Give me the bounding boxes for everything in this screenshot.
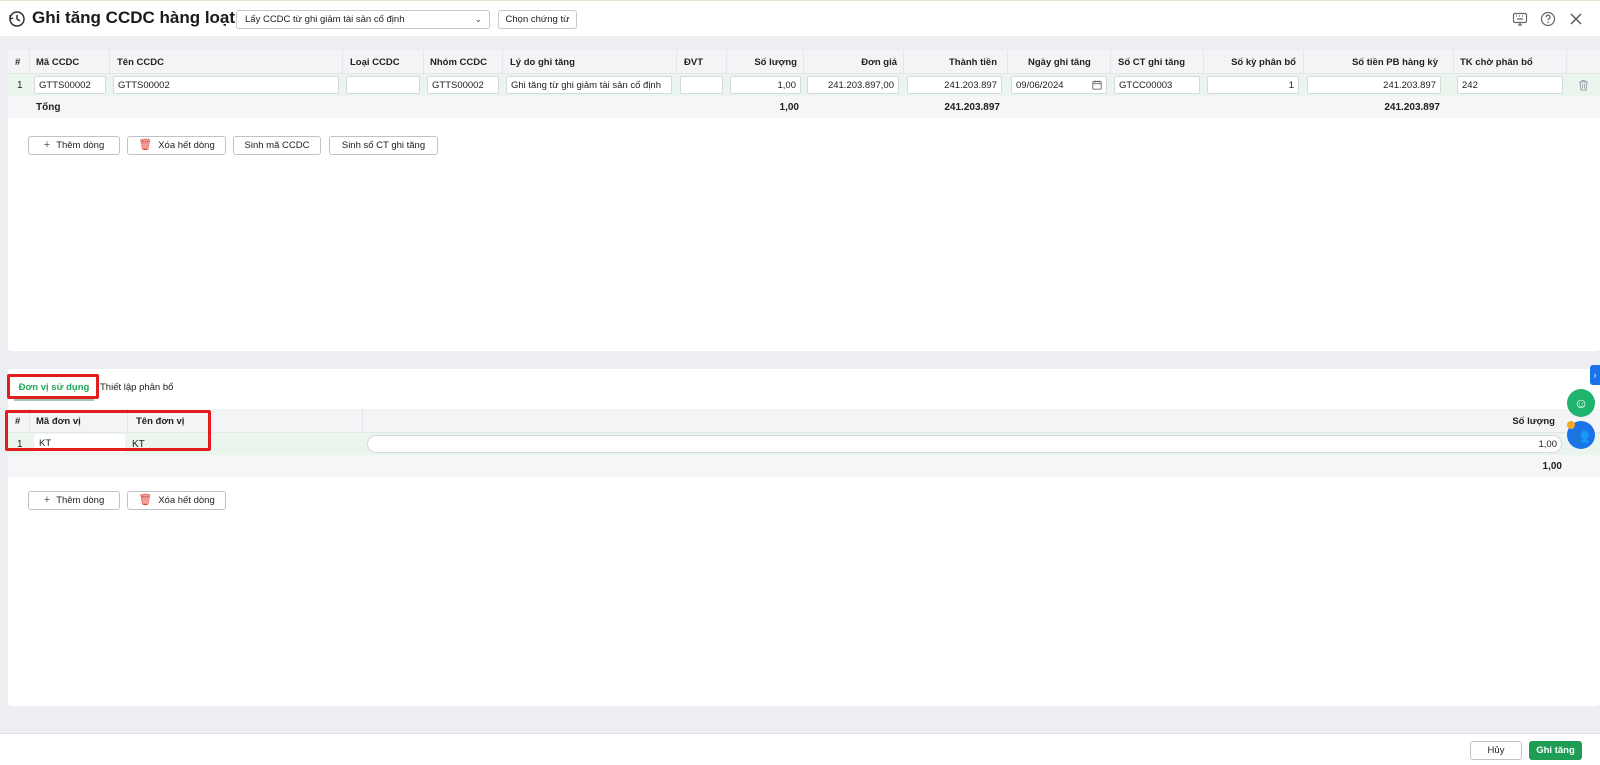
col-nhom-ccdc: Nhóm CCDC <box>430 57 487 68</box>
total-so-luong: 1,00 <box>1542 461 1562 472</box>
thanh-tien-input[interactable]: 241.203.897 <box>907 76 1002 94</box>
add-row-label: Thêm dòng <box>56 140 105 151</box>
col-ma-don-vi: Mã đơn vị <box>36 416 81 427</box>
ly-do-input[interactable]: Ghi tăng từ ghi giảm tài sản cố định <box>506 76 672 94</box>
col-ten-ccdc: Tên CCDC <box>117 57 164 68</box>
col-loai-ccdc: Loại CCDC <box>350 57 400 68</box>
main-grid-panel: # Mã CCDC Tên CCDC Loại CCDC Nhóm CCDC L… <box>8 50 1600 351</box>
ngay-ghi-tang-input[interactable]: 09/06/2024 <box>1011 76 1107 94</box>
delete-all-label: Xóa hết dòng <box>158 495 215 506</box>
dvt-input[interactable] <box>680 76 723 94</box>
so-luong-input[interactable]: 1,00 <box>367 435 1562 453</box>
trash-icon: 🗑 <box>138 139 153 151</box>
col-ly-do: Lý do ghi tăng <box>510 57 575 68</box>
table-row: 1 GTTS00002 GTTS00002 GTTS00002 Ghi tăng… <box>8 74 1600 96</box>
ma-don-vi-input[interactable]: KT <box>34 434 125 452</box>
total-row: Tổng 1,00 241.203.897 241.203.897 <box>8 96 1600 118</box>
col-thanh-tien: Thành tiền <box>948 57 997 68</box>
add-row-button[interactable]: + Thêm dòng <box>28 491 120 510</box>
so-ky-input[interactable]: 1 <box>1207 76 1299 94</box>
side-expand-button[interactable]: › <box>1590 365 1600 385</box>
plus-icon: + <box>43 494 51 506</box>
trash-icon: 🗑 <box>138 494 153 506</box>
total-thanh-tien: 241.203.897 <box>944 102 1000 113</box>
ten-ccdc-input[interactable]: GTTS00002 <box>113 76 339 94</box>
ma-ccdc-input[interactable]: GTTS00002 <box>34 76 106 94</box>
col-dvt: ĐVT <box>684 57 703 68</box>
cancel-button[interactable]: Hủy <box>1470 741 1522 760</box>
total-so-tien-pb: 241.203.897 <box>1384 102 1440 113</box>
plus-icon: + <box>43 139 51 151</box>
save-button[interactable]: Ghi tăng <box>1529 741 1582 760</box>
table-row: 1 KT KT 1,00 <box>8 433 1600 455</box>
help-icon[interactable] <box>1540 11 1556 27</box>
total-label: Tổng <box>36 102 61 113</box>
trash-icon[interactable] <box>1578 79 1589 91</box>
so-tien-pb-input[interactable]: 241.203.897 <box>1307 76 1441 94</box>
row-index: 1 <box>17 439 23 450</box>
col-so-ct: Số CT ghi tăng <box>1118 57 1186 68</box>
col-ngay-ghi-tang: Ngày ghi tăng <box>1028 57 1091 68</box>
row-index: 1 <box>17 80 23 91</box>
total-row: 1,00 <box>8 455 1600 477</box>
source-select-value: Lấy CCDC từ ghi giảm tài sản cố định <box>245 14 405 25</box>
loai-ccdc-input[interactable] <box>346 76 420 94</box>
so-luong-input[interactable]: 1,00 <box>730 76 801 94</box>
col-index: # <box>15 416 21 427</box>
nhom-ccdc-input[interactable]: GTTS00002 <box>427 76 499 94</box>
generate-voucher-button[interactable]: Sinh số CT ghi tăng <box>329 136 438 155</box>
col-so-luong: Số lượng <box>1512 416 1555 427</box>
add-row-button[interactable]: + Thêm dòng <box>28 136 120 155</box>
add-row-label: Thêm dòng <box>56 495 105 506</box>
page-title: Ghi tăng CCDC hàng loạt <box>32 8 236 27</box>
tab-thiet-lap-phan-bo[interactable]: Thiết lập phân bổ <box>100 377 173 399</box>
delete-all-rows-button[interactable]: 🗑 Xóa hết dòng <box>127 136 226 155</box>
detail-panel: # Mã đơn vị Tên đơn vị Số lượng 1 KT KT … <box>8 369 1600 706</box>
source-select[interactable]: Lấy CCDC từ ghi giảm tài sản cố định ⌄ <box>236 10 490 29</box>
chevron-down-icon: ⌄ <box>474 14 482 24</box>
generate-code-button[interactable]: Sinh mã CCDC <box>233 136 321 155</box>
col-ma-ccdc: Mã CCDC <box>36 57 80 68</box>
tk-cho-pb-input[interactable]: 242 <box>1457 76 1563 94</box>
col-so-tien-pb: Số tiền PB hàng kỳ <box>1351 57 1438 68</box>
dialog-footer: Hủy Ghi tăng <box>0 733 1600 765</box>
main-grid-header: # Mã CCDC Tên CCDC Loại CCDC Nhóm CCDC L… <box>8 50 1600 74</box>
ngay-ghi-tang-value: 09/06/2024 <box>1016 80 1064 91</box>
calendar-icon[interactable] <box>1092 80 1102 90</box>
col-ten-don-vi: Tên đơn vị <box>136 416 185 427</box>
col-don-gia: Đơn giá <box>861 57 897 68</box>
ten-don-vi-value: KT <box>132 439 145 450</box>
keyboard-icon[interactable] <box>1512 11 1528 27</box>
delete-all-rows-button[interactable]: 🗑 Xóa hết dòng <box>127 491 226 510</box>
history-icon <box>9 11 25 27</box>
so-ct-input[interactable]: GTCC00003 <box>1114 76 1200 94</box>
delete-all-label: Xóa hết dòng <box>158 140 215 151</box>
col-index: # <box>15 57 21 68</box>
close-icon[interactable] <box>1568 11 1584 27</box>
total-so-luong: 1,00 <box>779 102 799 113</box>
col-so-luong: Số lượng <box>754 57 797 68</box>
col-so-ky: Số kỳ phân bổ <box>1231 57 1296 68</box>
don-gia-input[interactable]: 241.203.897,00 <box>807 76 899 94</box>
unit-grid-header: # Mã đơn vị Tên đơn vị Số lượng <box>8 409 1600 433</box>
dialog-header: Ghi tăng CCDC hàng loạt Lấy CCDC từ ghi … <box>0 0 1600 36</box>
choose-voucher-button[interactable]: Chọn chứng từ <box>498 10 577 29</box>
notification-dot <box>1567 421 1575 429</box>
col-tk-cho-pb: TK chờ phân bổ <box>1460 57 1533 68</box>
chat-support-icon[interactable]: ☺ <box>1567 389 1595 417</box>
tab-don-vi-su-dung[interactable]: Đơn vị sử dụng <box>14 377 94 401</box>
